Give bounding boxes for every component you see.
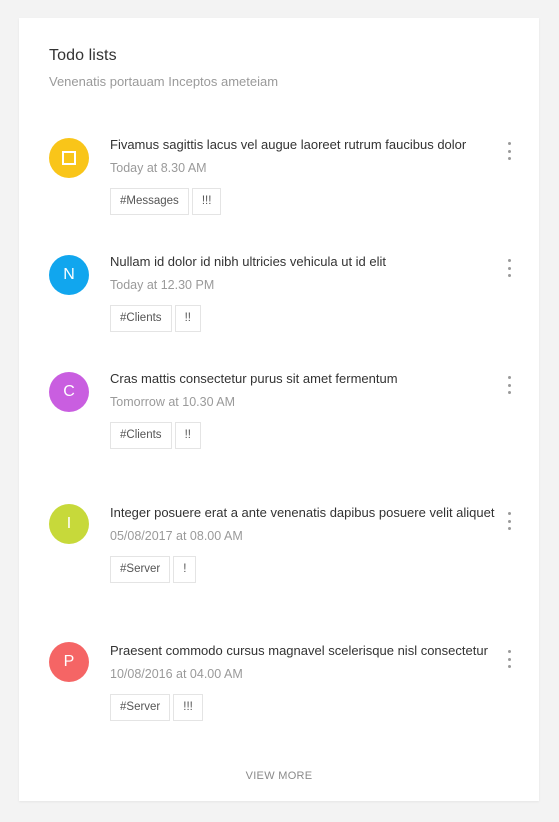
card-subtitle: Venenatis portauam Inceptos ameteiam bbox=[49, 74, 279, 89]
avatar-letter: I bbox=[66, 515, 72, 532]
tag-priority[interactable]: !! bbox=[174, 305, 201, 332]
todo-time: Today at 8.30 AM bbox=[110, 161, 207, 175]
card-header: Todo lists Venenatis portauam Inceptos a… bbox=[49, 46, 509, 90]
dot bbox=[507, 665, 511, 668]
tag-list: #Server !!! bbox=[110, 694, 495, 721]
tag-category[interactable]: #Clients bbox=[110, 305, 172, 332]
todo-body: Cras mattis consectetur purus sit amet f… bbox=[110, 369, 495, 449]
more-vertical-icon[interactable] bbox=[505, 512, 513, 530]
square-icon bbox=[62, 151, 76, 165]
tag-list: #Clients !! bbox=[110, 422, 495, 449]
dot bbox=[507, 149, 511, 153]
todo-body: Integer posuere erat a ante venenatis da… bbox=[110, 503, 495, 583]
dot bbox=[507, 657, 511, 661]
avatar: P bbox=[49, 642, 89, 682]
more-vertical-icon[interactable] bbox=[505, 650, 513, 668]
dot bbox=[507, 527, 511, 530]
avatar: I bbox=[49, 504, 89, 544]
dot bbox=[507, 142, 511, 145]
todo-time: 10/08/2016 at 04.00 AM bbox=[110, 667, 243, 681]
dot bbox=[507, 274, 511, 277]
tag-list: #Server ! bbox=[110, 556, 495, 583]
todo-time: Tomorrow at 10.30 AM bbox=[110, 395, 236, 409]
todo-text: Fivamus sagittis lacus vel augue laoreet… bbox=[110, 137, 467, 152]
dot bbox=[507, 650, 511, 653]
dot bbox=[507, 259, 511, 262]
dot bbox=[507, 157, 511, 160]
tag-priority[interactable]: !!! bbox=[191, 188, 222, 215]
todo-card: Todo lists Venenatis portauam Inceptos a… bbox=[19, 18, 539, 801]
tag-category[interactable]: #Clients bbox=[110, 422, 172, 449]
avatar bbox=[49, 138, 89, 178]
tag-priority[interactable]: !!! bbox=[173, 694, 203, 721]
todo-text: Nullam id dolor id nibh ultricies vehicu… bbox=[110, 254, 387, 269]
dot bbox=[507, 519, 511, 523]
more-vertical-icon[interactable] bbox=[505, 376, 513, 394]
todo-time: Today at 12.30 PM bbox=[110, 278, 215, 292]
todo-body: Praesent commodo cursus magnavel sceleri… bbox=[110, 641, 495, 721]
dot bbox=[507, 376, 511, 379]
card-title: Todo lists bbox=[49, 47, 117, 64]
avatar: N bbox=[49, 255, 89, 295]
tag-category[interactable]: #Messages bbox=[110, 188, 189, 215]
tag-priority[interactable]: !! bbox=[174, 422, 201, 449]
todo-body: Nullam id dolor id nibh ultricies vehicu… bbox=[110, 252, 495, 332]
avatar: C bbox=[49, 372, 89, 412]
dot bbox=[507, 512, 511, 515]
dot bbox=[507, 383, 511, 387]
more-vertical-icon[interactable] bbox=[505, 142, 513, 160]
todo-text: Praesent commodo cursus magnavel sceleri… bbox=[110, 643, 488, 658]
todo-time: 05/08/2017 at 08.00 AM bbox=[110, 529, 243, 543]
tag-category[interactable]: #Server bbox=[110, 694, 171, 721]
more-vertical-icon[interactable] bbox=[505, 259, 513, 277]
tag-list: #Clients !! bbox=[110, 305, 495, 332]
todo-text: Cras mattis consectetur purus sit amet f… bbox=[110, 371, 398, 386]
todo-body: Fivamus sagittis lacus vel augue laoreet… bbox=[110, 135, 495, 215]
view-more-button[interactable]: VIEW MORE bbox=[19, 770, 539, 782]
avatar-letter: N bbox=[63, 266, 75, 283]
avatar-letter: P bbox=[63, 653, 75, 670]
avatar-letter: C bbox=[63, 383, 75, 400]
dot bbox=[507, 266, 511, 270]
tag-category[interactable]: #Server bbox=[110, 556, 171, 583]
tag-list: #Messages !!! bbox=[110, 188, 495, 215]
tag-priority[interactable]: ! bbox=[173, 556, 197, 583]
dot bbox=[507, 391, 511, 394]
todo-text: Integer posuere erat a ante venenatis da… bbox=[110, 505, 495, 520]
